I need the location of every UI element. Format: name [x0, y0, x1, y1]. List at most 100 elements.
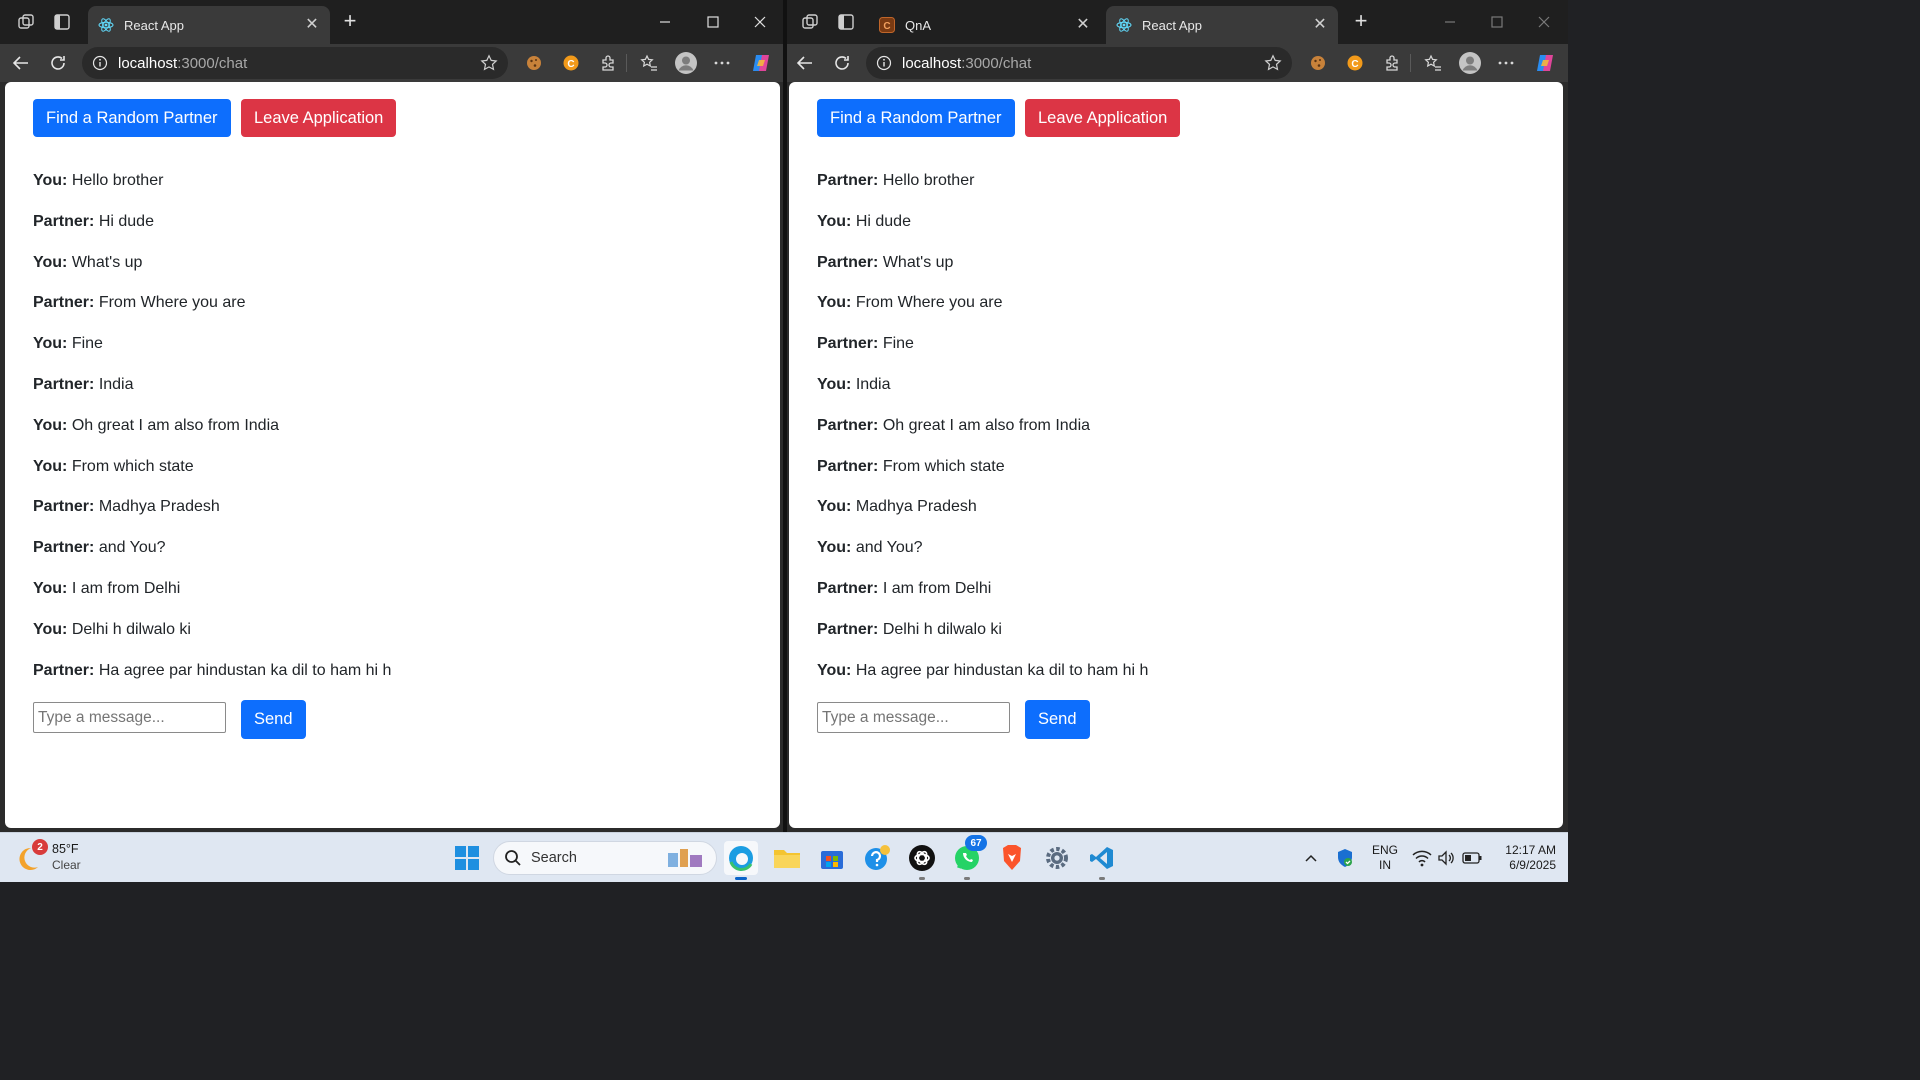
workspaces-icon[interactable]	[800, 12, 820, 32]
chat-message: You: Oh great I am also from India	[33, 417, 391, 458]
message-sender: Partner:	[817, 172, 879, 189]
refresh-icon[interactable]	[47, 52, 69, 74]
running-indicator	[1099, 877, 1105, 880]
favorite-star-icon[interactable]	[480, 54, 498, 72]
find-random-partner-button[interactable]: Find a Random Partner	[817, 99, 1015, 137]
message-text: India	[855, 375, 891, 393]
message-text: Oh great I am also from India	[71, 416, 280, 434]
chatgpt-taskbar-button[interactable]	[905, 841, 939, 880]
refresh-icon[interactable]	[831, 52, 853, 74]
message-text: Delhi h dilwalo ki	[71, 620, 191, 638]
message-input[interactable]	[817, 702, 1010, 733]
tab-bar: C QnA ✕ React App ✕ +	[787, 0, 1568, 44]
tab-bar: React App ✕ +	[0, 0, 783, 44]
settings-taskbar-button[interactable]	[1040, 841, 1074, 875]
volume-icon[interactable]	[1437, 849, 1455, 867]
chat-message: Partner: Hello brother	[817, 172, 1148, 213]
send-button[interactable]: Send	[1025, 700, 1090, 739]
running-indicator	[919, 877, 925, 880]
vscode-taskbar-button[interactable]	[1085, 841, 1119, 880]
whatsapp-taskbar-button[interactable]: 67	[950, 835, 987, 880]
favorite-star-icon[interactable]	[1264, 54, 1282, 72]
chat-message: You: What's up	[33, 254, 391, 295]
coupon-extension-icon[interactable]: C	[1345, 53, 1365, 73]
more-options-icon[interactable]	[712, 53, 732, 73]
cookie-extension-icon[interactable]	[1308, 53, 1328, 73]
message-sender: Partner:	[817, 335, 879, 353]
message-sender: You:	[33, 457, 68, 475]
message-text: and You?	[98, 539, 166, 557]
copilot-taskbar-button[interactable]	[860, 841, 894, 875]
clock-time: 12:17 AM	[1505, 843, 1556, 857]
edge-taskbar-button[interactable]	[724, 841, 758, 880]
message-sender: Partner:	[817, 416, 879, 434]
maximize-button[interactable]	[1482, 8, 1512, 36]
coupon-extension-icon[interactable]: C	[561, 53, 581, 73]
message-text: I am from Delhi	[71, 579, 181, 597]
close-tab-icon[interactable]: ✕	[1312, 17, 1328, 33]
url-path: :3000/chat	[961, 54, 1032, 72]
brave-taskbar-button[interactable]	[995, 841, 1029, 875]
gear-icon	[1046, 847, 1068, 869]
workspaces-icon[interactable]	[16, 12, 36, 32]
minimize-button[interactable]	[1435, 8, 1465, 36]
battery-icon[interactable]	[1462, 850, 1482, 866]
vertical-tabs-icon[interactable]	[52, 12, 72, 32]
language-indicator[interactable]: ENG IN	[1370, 843, 1400, 873]
back-arrow-icon[interactable]	[794, 52, 816, 74]
message-text: Fine	[882, 335, 914, 353]
more-options-icon[interactable]	[1496, 53, 1516, 73]
show-hidden-icons-chevron-icon[interactable]	[1303, 850, 1319, 866]
close-tab-icon[interactable]: ✕	[1075, 17, 1091, 33]
new-tab-button[interactable]: +	[1349, 10, 1373, 34]
info-icon[interactable]	[92, 55, 108, 71]
close-window-button[interactable]	[745, 8, 775, 36]
tab-qna[interactable]: C QnA ✕	[869, 6, 1101, 44]
find-random-partner-button[interactable]: Find a Random Partner	[33, 99, 231, 137]
copilot-icon[interactable]	[749, 51, 773, 75]
region-code: IN	[1379, 858, 1391, 872]
start-button[interactable]	[450, 841, 484, 875]
message-sender: You:	[33, 253, 68, 271]
leave-application-button[interactable]: Leave Application	[1025, 99, 1181, 137]
file-explorer-button[interactable]	[770, 841, 804, 875]
security-shield-icon[interactable]	[1335, 848, 1355, 868]
weather-condition: Clear	[52, 858, 81, 872]
profile-avatar-icon[interactable]	[674, 51, 698, 75]
address-bar[interactable]: localhost:3000/chat	[82, 47, 508, 79]
cookie-extension-icon[interactable]	[524, 53, 544, 73]
maximize-button[interactable]	[698, 8, 728, 36]
send-button[interactable]: Send	[241, 700, 306, 739]
wifi-icon[interactable]	[1412, 849, 1432, 867]
tab-react-app[interactable]: React App ✕	[1106, 6, 1338, 44]
vertical-tabs-icon[interactable]	[836, 12, 856, 32]
taskbar-search[interactable]: Search	[493, 841, 717, 875]
info-icon[interactable]	[876, 55, 892, 71]
address-bar[interactable]: localhost:3000/chat	[866, 47, 1292, 79]
favorites-icon[interactable]	[639, 53, 659, 73]
profile-avatar-icon[interactable]	[1458, 51, 1482, 75]
copilot-icon[interactable]	[1533, 51, 1557, 75]
favorites-icon[interactable]	[1423, 53, 1443, 73]
chat-message: Partner: Hi dude	[33, 213, 391, 254]
extensions-puzzle-icon[interactable]	[1382, 53, 1402, 73]
message-text: I am from Delhi	[882, 579, 992, 597]
message-input[interactable]	[33, 702, 226, 733]
back-arrow-icon[interactable]	[10, 52, 32, 74]
leave-application-button[interactable]: Leave Application	[241, 99, 397, 137]
clock[interactable]: 12:17 AM 6/9/2025	[1490, 843, 1556, 873]
extensions-puzzle-icon[interactable]	[598, 53, 618, 73]
message-text: India	[98, 375, 134, 393]
weather-widget[interactable]: 2	[18, 839, 48, 873]
edge-icon	[729, 846, 753, 871]
url-host: localhost	[902, 54, 962, 72]
close-window-button[interactable]	[1529, 8, 1559, 36]
minimize-button[interactable]	[650, 8, 680, 36]
close-tab-icon[interactable]: ✕	[304, 17, 320, 33]
store-button[interactable]	[815, 841, 849, 875]
message-text: From which state	[71, 457, 194, 475]
browser-toolbar: localhost:3000/chat C	[787, 44, 1568, 82]
new-tab-button[interactable]: +	[338, 10, 362, 34]
message-sender: Partner:	[817, 253, 879, 271]
tab-react-app[interactable]: React App ✕	[88, 6, 330, 44]
